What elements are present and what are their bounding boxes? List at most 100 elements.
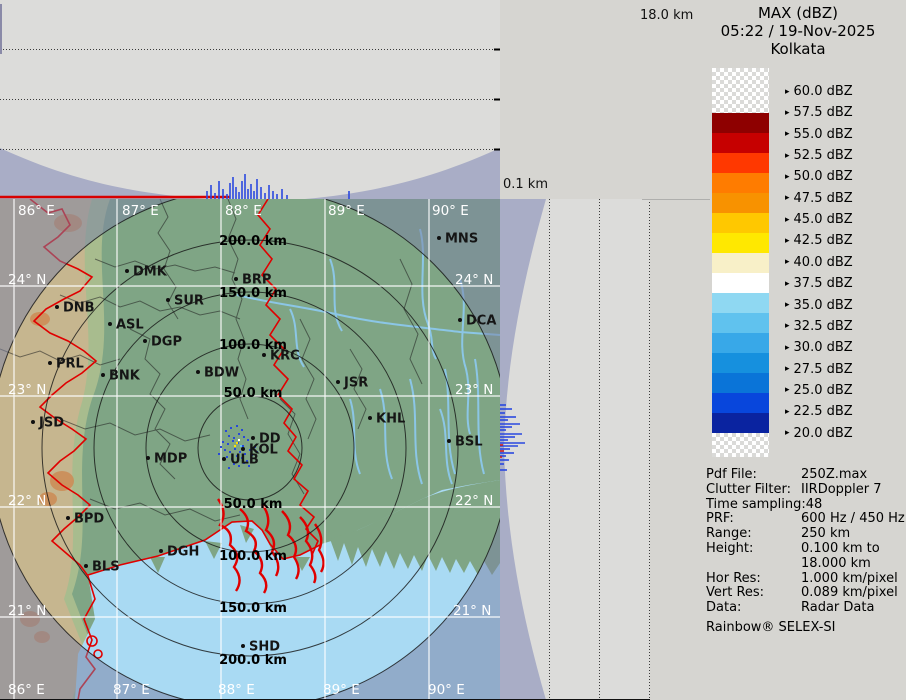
echo-dot [241, 429, 243, 431]
station-code-label: ASL [116, 318, 144, 333]
scale-label-text: 45.0 dBZ [794, 212, 853, 227]
scale-tick-arrow-icon: ▸ [785, 236, 790, 246]
station-code-label: DMK [133, 265, 168, 280]
station-dot [108, 322, 112, 326]
colorbar-color-block [712, 233, 769, 253]
station-dot [234, 277, 238, 281]
scale-label-text: 42.5 dBZ [794, 233, 853, 248]
metadata-row: Height:0.100 km to [706, 542, 904, 557]
dbz-scale-label: ▸ 27.5 dBZ [785, 362, 853, 377]
dbz-scale-label: ▸35.0 dBZ [785, 298, 853, 313]
scale-tick-arrow-icon: ▸ [785, 129, 790, 139]
colorbar-color-block [712, 213, 769, 233]
colorbar-color-block [712, 153, 769, 173]
echo-dot [236, 425, 238, 427]
metadata-row: Pdf File:250Z.max [706, 468, 904, 483]
metadata-key: Height: [706, 542, 801, 557]
scale-label-text: 22.5 dBZ [794, 404, 853, 419]
station-code-label: JSD [38, 416, 64, 431]
dbz-scale-label: ▸30.0 dBZ [785, 340, 853, 355]
side-profile-svg [500, 199, 650, 700]
station-dot [55, 305, 59, 309]
latitude-label: 22° N [455, 493, 493, 509]
echo-dot [218, 453, 220, 455]
metadata-key: Pdf File: [706, 468, 801, 483]
metadata-row: Range:250 km [706, 527, 904, 542]
scale-tick-arrow-icon: ▸ [785, 428, 790, 438]
station-dot [48, 361, 52, 365]
metadata-value: 0.100 km to [801, 542, 904, 557]
station-dot [125, 269, 129, 273]
dbz-scale-label: ▸ 20.0 dBZ [785, 426, 853, 441]
scale-tick-arrow-icon: ▸ [785, 300, 790, 310]
scale-label-text: 20.0 dBZ [794, 426, 853, 441]
station-dot [159, 549, 163, 553]
station-dot [241, 447, 245, 451]
scale-label-text: 52.5 dBZ [794, 148, 853, 163]
metadata-row: Hor Res:1.000 km/pixel [706, 572, 904, 587]
scale-label-text: 60.0 dBZ [794, 84, 853, 99]
metadata-row: Vert Res:0.089 km/pixel [706, 586, 904, 601]
colorbar-color-block [712, 173, 769, 193]
station-code-label: SHD [249, 640, 280, 655]
metadata-row: Data:Radar Data [706, 601, 904, 616]
range-ring-label: 100.0 km [219, 549, 287, 564]
echo-dot [222, 441, 224, 443]
echo-dot [230, 427, 232, 429]
station-dot [31, 420, 35, 424]
station-code-label: MDP [154, 452, 187, 467]
echo-dot [220, 446, 222, 448]
scale-label-text: 27.5 dBZ [794, 362, 853, 377]
colorbar-color-block [712, 393, 769, 413]
longitude-label: 86° E [8, 682, 45, 698]
scale-tick-arrow-icon: ▸ [785, 108, 790, 118]
radar-map-svg: 200.0 km150.0 km100.0 km50.0 km50.0 km10… [0, 199, 500, 700]
station-code-label: PRL [56, 357, 84, 372]
longitude-label: 88° E [225, 203, 262, 219]
echo-dot [234, 448, 236, 450]
station-dot [146, 456, 150, 460]
station-dot [84, 564, 88, 568]
panel-separator [642, 199, 710, 200]
dbz-scale-label: ▸ 52.5 dBZ [785, 148, 853, 163]
station-dot [143, 339, 147, 343]
station-code-label: ULB [230, 453, 259, 468]
scale-tick-arrow-icon: ▸ [785, 215, 790, 225]
scale-tick-arrow-icon: ▸ [785, 151, 790, 161]
height-axis-max-label: 18.0 km [640, 8, 693, 23]
scale-tick-arrow-icon: ▸ [785, 172, 790, 182]
radar-station-name: Kolkata [690, 40, 906, 58]
metadata-value: IIRDoppler 7 [801, 483, 904, 498]
height-axis-min-label: 0.1 km [503, 177, 548, 192]
metadata-value: 18.000 km [801, 557, 904, 572]
latitude-label: 22° N [8, 493, 46, 509]
longitude-label: 87° E [113, 682, 150, 698]
scale-label-text: 57.5 dBZ [794, 105, 853, 120]
dbz-scale-label: ▸32.5 dBZ [785, 319, 853, 334]
colorbar-color-block [712, 333, 769, 353]
dbz-scale-label: ▸50.0 dBZ [785, 169, 853, 184]
echo-dot [226, 456, 228, 458]
range-ring-label: 150.0 km [219, 286, 287, 301]
dbz-scale-label: ▸60.0 dBZ [785, 84, 853, 99]
echo-dot [234, 445, 236, 447]
station-code-label: DCA [466, 314, 496, 329]
metadata-key: Clutter Filter: [706, 483, 801, 498]
station-code-label: JSR [343, 376, 368, 391]
dbz-scale-label: ▸25.0 dBZ [785, 383, 853, 398]
scale-tick-arrow-icon: ▸ [785, 279, 790, 289]
scale-tick-arrow-icon: ▸ [785, 257, 790, 267]
metadata-value: 0.089 km/pixel [801, 586, 904, 601]
dbz-scale-label: ▸ 45.0 dBZ [785, 212, 853, 227]
map-edge-artifact [0, 4, 2, 54]
station-dot [241, 644, 245, 648]
echo-dot [232, 440, 234, 442]
longitude-label: 88° E [218, 682, 255, 698]
range-ring-label: 150.0 km [219, 601, 287, 616]
station-code-label: BNK [109, 369, 141, 384]
station-code-label: BDW [204, 366, 239, 381]
scale-tick-arrow-icon: ▸ [785, 364, 790, 374]
colorbar-color-block [712, 353, 769, 373]
station-dot [251, 436, 255, 440]
top-height-profile-panel [0, 0, 500, 199]
